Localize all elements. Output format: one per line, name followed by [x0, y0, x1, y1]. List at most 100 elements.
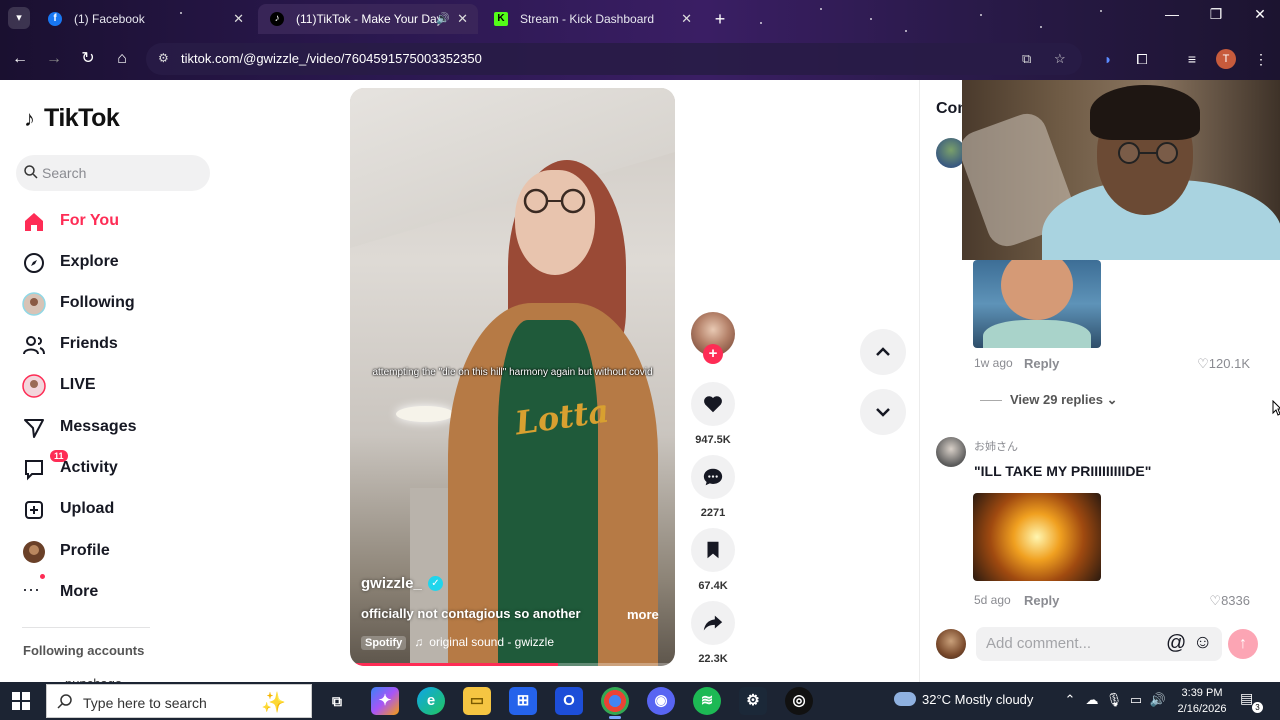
notification-dot: [40, 574, 45, 579]
chrome-icon[interactable]: [601, 687, 629, 719]
profile-avatar[interactable]: T: [1216, 49, 1236, 69]
spotify-tag[interactable]: Spotify: [361, 636, 407, 650]
reply-button[interactable]: Reply: [1024, 593, 1059, 608]
mention-icon[interactable]: @: [1166, 632, 1186, 655]
home-button[interactable]: ⌂: [110, 47, 134, 71]
site-info-icon[interactable]: ⚙: [158, 51, 169, 65]
like-button[interactable]: [691, 382, 735, 426]
comment-count: 2271: [700, 507, 726, 519]
share-button[interactable]: [691, 601, 735, 645]
outlook-icon[interactable]: O: [555, 687, 583, 715]
sidebar-item-profile[interactable]: Profile: [20, 537, 200, 567]
my-avatar: [936, 629, 966, 659]
previous-video-button[interactable]: [860, 329, 906, 375]
url-text[interactable]: tiktok.com/@gwizzle_/video/7604591575003…: [181, 51, 482, 66]
video-caption-overlay: attempting the "die on this hill" harmon…: [372, 367, 653, 378]
microphone-icon[interactable]: 🎙: [1104, 692, 1124, 708]
save-button[interactable]: [691, 528, 735, 572]
comment-button[interactable]: [691, 455, 735, 499]
sidebar-item-more[interactable]: ··· More: [20, 574, 200, 608]
next-video-button[interactable]: [860, 389, 906, 435]
taskbar-clock[interactable]: 3:39 PM 2/16/2026: [1172, 685, 1232, 717]
media-control-icon[interactable]: ≡: [1181, 51, 1203, 67]
extensions-puzzle-icon[interactable]: ⧠: [1131, 51, 1153, 68]
search-icon: [57, 694, 72, 709]
edge-icon[interactable]: e: [417, 687, 445, 715]
search-input[interactable]: Search: [16, 155, 210, 191]
close-icon[interactable]: ✕: [457, 4, 468, 34]
restore-button[interactable]: ❐: [1202, 6, 1230, 23]
music-note-icon: ♫: [414, 635, 424, 649]
search-placeholder: Search: [42, 165, 87, 181]
steam-icon[interactable]: ⚙: [739, 687, 767, 715]
discord-icon[interactable]: ◉: [647, 687, 675, 715]
sidebar-item-for-you[interactable]: For You: [20, 207, 200, 237]
sidebar-item-messages[interactable]: Messages: [20, 413, 200, 443]
wifi-icon[interactable]: ▭: [1126, 692, 1146, 708]
speaker-icon[interactable]: 🔊: [436, 4, 450, 34]
task-view-icon[interactable]: ⧉: [323, 687, 351, 715]
minimize-button[interactable]: —: [1158, 6, 1186, 22]
description-more-link[interactable]: more: [627, 607, 659, 622]
taskbar-search[interactable]: Type here to search ✨: [46, 684, 312, 718]
install-app-icon[interactable]: ⧉: [1022, 51, 1031, 67]
sidebar-item-upload[interactable]: Upload: [20, 495, 200, 525]
post-comment-button[interactable]: ↑: [1228, 629, 1258, 659]
spotify-icon[interactable]: ≋: [693, 687, 721, 715]
tab-tiktok[interactable]: ♪ (11)TikTok - Make Your Day 🔊 ✕: [258, 4, 478, 34]
chevron-down-icon: ⌄: [1106, 392, 1118, 407]
sidebar-item-explore[interactable]: Explore: [20, 248, 200, 278]
comment-like-count[interactable]: ♡8336: [1209, 593, 1250, 609]
address-bar[interactable]: ⚙ tiktok.com/@gwizzle_/video/76045915750…: [146, 43, 1082, 75]
sidebar-item-label: Activity: [60, 459, 118, 476]
emoji-icon[interactable]: ☺: [1193, 632, 1212, 654]
tab-kick[interactable]: K Stream - Kick Dashboard ✕: [482, 4, 702, 34]
weather-widget[interactable]: 32°C Mostly cloudy: [894, 692, 1033, 707]
image-face: [1001, 260, 1073, 320]
reload-button[interactable]: ↻: [76, 47, 100, 71]
store-icon[interactable]: ⊞: [509, 687, 537, 715]
close-icon[interactable]: ✕: [681, 4, 692, 34]
comment-input[interactable]: Add comment... @ ☺: [976, 627, 1222, 661]
view-replies-button[interactable]: View 29 replies ⌄: [980, 392, 1118, 408]
sidebar-item-label: Upload: [60, 500, 115, 517]
video-player[interactable]: Lotta attempting the "die on this hill" …: [350, 88, 675, 666]
volume-icon[interactable]: 🔊: [1148, 692, 1168, 708]
close-icon[interactable]: ✕: [233, 4, 244, 34]
tray-chevron-up-icon[interactable]: ⌃: [1060, 692, 1080, 708]
sidebar-item-live[interactable]: LIVE: [20, 371, 200, 401]
tiktok-logo[interactable]: ♪ TikTok: [24, 104, 120, 133]
windows-taskbar: Type here to search ✨ ⧉ ✦ e ▭ ⊞ O ◉ ≋ ⚙ …: [0, 682, 1280, 720]
close-window-button[interactable]: ✕: [1246, 6, 1274, 23]
chevron-up-icon: [876, 347, 890, 356]
tray-network-icon[interactable]: ☁: [1082, 692, 1102, 708]
comment-like-count[interactable]: ♡120.1K: [1197, 356, 1250, 372]
forward-button[interactable]: →: [42, 47, 66, 71]
follow-plus-button[interactable]: +: [703, 344, 723, 364]
video-username[interactable]: gwizzle_: [361, 575, 422, 592]
extension-icon[interactable]: ◗: [1097, 51, 1119, 67]
windows-start-icon[interactable]: [12, 692, 30, 710]
file-explorer-icon[interactable]: ▭: [463, 687, 491, 715]
commenter-avatar[interactable]: [936, 437, 966, 467]
back-button[interactable]: ←: [8, 47, 32, 71]
comment-image[interactable]: [973, 260, 1101, 348]
video-music[interactable]: Spotify ♫ original sound - gwizzle: [361, 635, 554, 653]
commenter-name[interactable]: お姉さん: [974, 438, 1018, 454]
new-tab-button[interactable]: +: [708, 8, 732, 30]
reply-button[interactable]: Reply: [1024, 356, 1059, 371]
comment-image[interactable]: [973, 493, 1101, 581]
sidebar-item-friends[interactable]: Friends: [20, 330, 200, 360]
bookmark-star-icon[interactable]: ☆: [1054, 51, 1066, 67]
tab-search-button[interactable]: ▾: [8, 7, 30, 29]
search-icon: [24, 165, 38, 179]
sidebar-item-following[interactable]: Following: [20, 289, 200, 319]
copilot-icon[interactable]: ✦: [371, 687, 399, 715]
notification-center-icon[interactable]: ▤: [1240, 690, 1253, 707]
menu-dots-icon[interactable]: ⋮: [1250, 51, 1272, 68]
tab-facebook[interactable]: f (1) Facebook ✕: [36, 4, 254, 34]
obs-icon[interactable]: ◎: [785, 687, 813, 715]
sidebar-item-activity[interactable]: 11 Activity: [20, 450, 200, 484]
send-icon: [24, 419, 44, 438]
like-count: 947.5K: [695, 434, 731, 446]
